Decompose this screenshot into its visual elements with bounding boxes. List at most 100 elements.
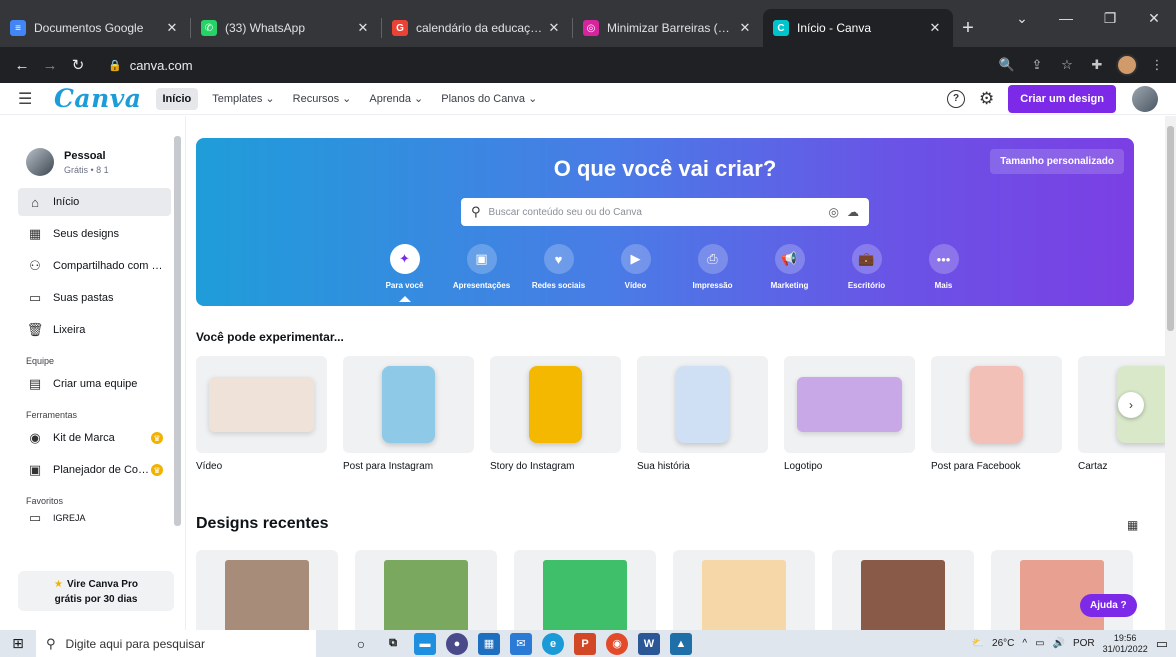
new-tab-icon[interactable]: + [953, 9, 983, 47]
user-avatar[interactable] [1132, 85, 1158, 112]
close-tab-icon[interactable]: ✕ [164, 20, 180, 36]
page-scrollbar[interactable] [1165, 116, 1176, 630]
reload-icon[interactable]: ↻ [64, 51, 92, 79]
sidebar-item-create-team[interactable]: ▤ Criar uma equipe [18, 370, 171, 398]
address-bar[interactable]: 🔒 canva.com [98, 51, 988, 79]
tray-chevron-icon[interactable]: ^ [1022, 638, 1027, 649]
recent-design-card[interactable] [673, 550, 815, 630]
search-input[interactable]: ⚲ Buscar conteúdo seu ou do Canva ◎ ☁ [461, 198, 869, 226]
zoom-icon[interactable]: 🔍 [996, 54, 1018, 76]
hamburger-menu-icon[interactable]: ☰ [18, 89, 42, 109]
sidebar-item-favorite[interactable]: ▭ IGREJA [18, 510, 171, 526]
category-briefcase[interactable]: 💼 Escritório [828, 244, 905, 302]
clock[interactable]: 19:56 31/01/2022 [1103, 633, 1148, 655]
sidebar-item-compartilhado-com-v[interactable]: ⚇ Compartilhado com v... [18, 252, 171, 280]
custom-size-button[interactable]: Tamanho personalizado [990, 149, 1124, 174]
windows-start-icon[interactable]: ⊞ [0, 635, 36, 652]
sidebar-item-tool[interactable]: ▣ Planejador de Conteú...♛ [18, 456, 171, 484]
category-megaphone[interactable]: 📢 Marketing [751, 244, 828, 302]
help-icon[interactable]: ? [947, 89, 965, 108]
carousel-next-button[interactable]: › [1118, 392, 1144, 418]
sidebar-item-seus-designs[interactable]: ▦ Seus designs [18, 220, 171, 248]
close-window-icon[interactable]: ✕ [1132, 0, 1176, 36]
recent-design-card[interactable] [196, 550, 338, 630]
close-tab-icon[interactable]: ✕ [355, 20, 371, 36]
category-video[interactable]: ▶ Vídeo [597, 244, 674, 302]
canva-logo[interactable]: Canva [54, 84, 142, 113]
sidebar-item-tool[interactable]: ◉ Kit de Marca ♛ [18, 424, 171, 452]
notifications-icon[interactable]: ▭ [1156, 636, 1168, 652]
minimize-icon[interactable]: — [1044, 0, 1088, 36]
app-icon[interactable]: ● [446, 632, 468, 655]
design-type-thumbnail [931, 356, 1062, 453]
tray-network-icon[interactable]: ▭ [1035, 638, 1044, 649]
weather-text[interactable]: 26°C [992, 638, 1014, 649]
powerpoint-icon[interactable]: P [574, 632, 596, 655]
back-icon[interactable]: ← [8, 51, 36, 79]
upload-cloud-icon[interactable]: ☁ [847, 205, 859, 219]
browser-profile-avatar[interactable] [1116, 54, 1138, 76]
nav-templates[interactable]: Templates ⌄ [212, 92, 274, 105]
design-type-card[interactable]: Post para Instagram [343, 356, 474, 472]
category-sparkle[interactable]: ✦ Para você [366, 244, 443, 302]
menu-kebab-icon[interactable]: ⋮ [1146, 54, 1168, 76]
help-button[interactable]: Ajuda ? [1080, 594, 1137, 617]
browser-tab[interactable]: ≡ Documentos Google ✕ [0, 9, 190, 47]
profile-switcher[interactable]: Pessoal Grátis • 8 1 [0, 116, 185, 186]
gear-icon[interactable]: ⚙ [979, 89, 994, 109]
sidebar-item-in-cio[interactable]: ⌂ Início [18, 188, 171, 216]
nav-resources[interactable]: Recursos ⌄ [293, 92, 352, 105]
cortana-icon[interactable]: ○ [350, 633, 372, 655]
sidebar-scrollbar[interactable] [174, 136, 181, 526]
taskbar-search-input[interactable]: ⚲ Digite aqui para pesquisar [36, 630, 316, 657]
mail-icon[interactable]: ✉ [510, 632, 532, 655]
close-tab-icon[interactable]: ✕ [737, 20, 753, 36]
design-type-card[interactable]: Story do Instagram [490, 356, 621, 472]
store-icon[interactable]: ▦ [478, 632, 500, 655]
page-scrollbar-thumb[interactable] [1167, 126, 1174, 331]
category-presentation[interactable]: ▣ Apresentações [443, 244, 520, 302]
close-tab-icon[interactable]: ✕ [546, 20, 562, 36]
nav-plans[interactable]: Planos do Canva ⌄ [441, 92, 537, 105]
file-explorer-icon[interactable]: ▬ [414, 632, 436, 655]
nav-home[interactable]: Início [155, 87, 199, 110]
create-design-button[interactable]: Criar um design [1008, 84, 1116, 113]
sidebar-item-lixeira[interactable]: 🗑 Lixeira [18, 316, 171, 344]
recent-designs-row [196, 550, 1133, 630]
forward-icon[interactable]: → [36, 51, 64, 79]
canva-pro-trial-button[interactable]: ★ Vire Canva Pro grátis por 30 dias [18, 571, 174, 611]
category-heart-chat[interactable]: ♥ Redes sociais [520, 244, 597, 302]
camera-icon[interactable]: ◎ [829, 205, 839, 219]
design-type-card[interactable]: Post para Facebook [931, 356, 1062, 472]
photos-icon[interactable]: ▲ [670, 632, 692, 655]
recent-design-card[interactable] [355, 550, 497, 630]
weather-icon[interactable]: ⛅ [972, 638, 984, 649]
task-view-icon[interactable]: ⧉ [382, 633, 404, 655]
close-tab-icon[interactable]: ✕ [927, 20, 943, 36]
design-type-card[interactable]: Vídeo [196, 356, 327, 472]
recent-design-card[interactable] [514, 550, 656, 630]
browser-tab[interactable]: C Início - Canva ✕ [763, 9, 953, 47]
tray-volume-icon[interactable]: 🔊 [1053, 638, 1065, 649]
bookmark-star-icon[interactable]: ☆ [1056, 54, 1078, 76]
browser-tab[interactable]: ◎ Minimizar Barreiras (@minim✕ [573, 9, 763, 47]
language-indicator[interactable]: POR [1073, 638, 1095, 649]
category-print[interactable]: ⎙ Impressão [674, 244, 751, 302]
grid-view-icon[interactable]: ▦ [1127, 518, 1138, 532]
design-type-card[interactable]: Sua história [637, 356, 768, 472]
recent-design-card[interactable] [991, 550, 1133, 630]
edge-icon[interactable]: e [542, 632, 564, 655]
design-type-card[interactable]: Logotipo [784, 356, 915, 472]
sidebar-item-suas-pastas[interactable]: ▭ Suas pastas [18, 284, 171, 312]
browser-tab[interactable]: ✆ (33) WhatsApp ✕ [191, 9, 381, 47]
word-icon[interactable]: W [638, 632, 660, 655]
share-icon[interactable]: ⇪ [1026, 54, 1048, 76]
browser-tab[interactable]: Gcalendário da educação espe✕ [382, 9, 572, 47]
category-more[interactable]: ••• Mais [905, 244, 982, 302]
chrome-icon[interactable]: ◉ [606, 632, 628, 655]
recent-design-card[interactable] [832, 550, 974, 630]
nav-learn[interactable]: Aprenda ⌄ [369, 92, 423, 105]
tab-search-icon[interactable]: ⌄ [1000, 0, 1044, 36]
restore-icon[interactable]: ❐ [1088, 0, 1132, 36]
extensions-icon[interactable]: ✚ [1086, 54, 1108, 76]
